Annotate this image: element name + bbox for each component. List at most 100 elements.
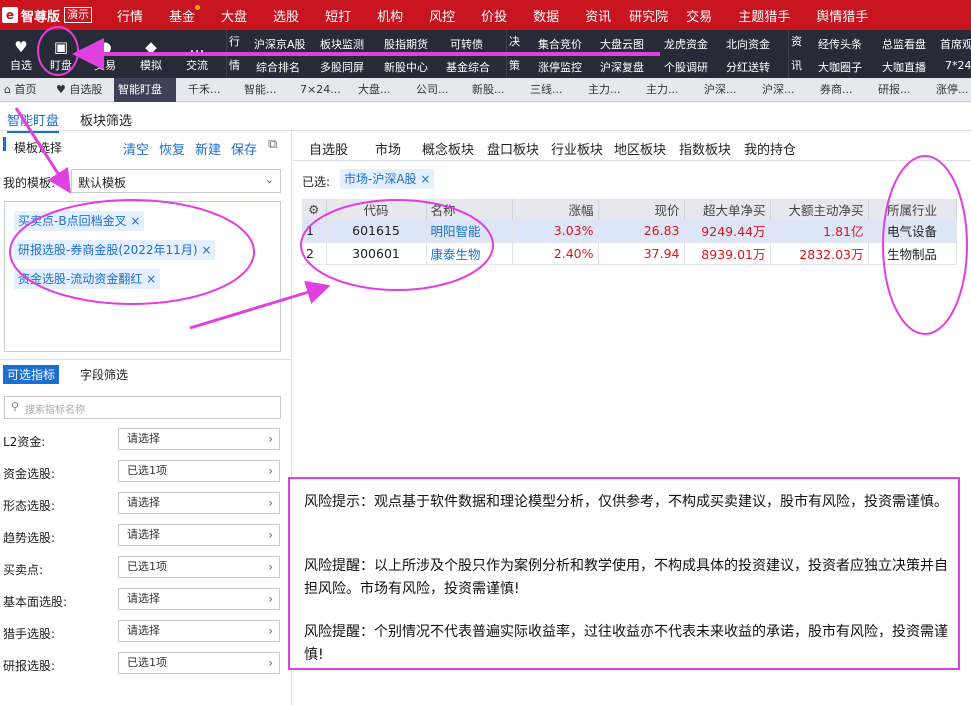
link-bankuai-jiance[interactable]: 板块监测	[320, 36, 364, 52]
rtab-market[interactable]: 市场	[375, 139, 401, 158]
menu-hangqing[interactable]: 行情	[117, 6, 143, 25]
link-duogu-tongping[interactable]: 多股同屏	[320, 59, 364, 75]
clear-button[interactable]: 清空	[123, 139, 149, 158]
link-guzhi-qihuo[interactable]: 股指期货	[384, 36, 428, 52]
rtab-region[interactable]: 地区板块	[614, 139, 666, 158]
menu-jijin[interactable]: 基金	[169, 4, 201, 25]
tab-home[interactable]: ⌂ 首页	[0, 78, 40, 102]
col-name[interactable]: 名称	[426, 199, 513, 220]
filter-chip[interactable]: 市场-沪深A股 ×	[340, 169, 435, 189]
tab-quanshang[interactable]: 券商...	[816, 78, 857, 102]
tab-yanbao[interactable]: 研报...	[874, 78, 915, 102]
tab-zhangting[interactable]: 涨停...	[932, 78, 971, 102]
link-kezhuanzhai[interactable]: 可转债	[450, 36, 483, 52]
indicator-select[interactable]: 请选择 ›	[118, 588, 280, 610]
tab-7x24[interactable]: 7×24...	[296, 78, 345, 102]
indicator-search-input[interactable]: ⚲ 搜索指标名称	[4, 396, 281, 419]
link-zonghe-paiming[interactable]: 综合排名	[256, 59, 300, 75]
link-7x24[interactable]: 7*24	[945, 59, 971, 72]
link-zhangting-jiankong[interactable]: 涨停监控	[538, 59, 582, 75]
menu-fengkong[interactable]: 风控	[429, 6, 455, 25]
subtab-sector-filter[interactable]: 板块筛选	[80, 110, 132, 129]
tab-hushen-2[interactable]: 沪深...	[758, 78, 799, 102]
link-xingu-zhongxin[interactable]: 新股中心	[384, 59, 428, 75]
indicator-select[interactable]: 已选1项 ›	[118, 556, 280, 578]
new-button[interactable]: 新建	[195, 139, 221, 158]
col-industry[interactable]: 所属行业	[868, 199, 957, 220]
menu-dapan[interactable]: 大盘	[221, 6, 247, 25]
remove-tag-icon[interactable]: ×	[201, 243, 211, 257]
indicator-select[interactable]: 已选1项 ›	[118, 652, 280, 674]
col-super-net[interactable]: 超大单净买	[684, 199, 771, 220]
col-code[interactable]: 代码	[326, 199, 427, 220]
remove-tag-icon[interactable]: ×	[130, 214, 140, 228]
link-longhu-zijin[interactable]: 龙虎资金	[664, 36, 708, 52]
table-row[interactable]: 2 300601 康泰生物 2.40% 37.94 8939.01万 2832.…	[302, 242, 957, 265]
rtab-concept[interactable]: 概念板块	[422, 139, 474, 158]
watchlist-button[interactable]: ♥ 自选	[0, 30, 42, 78]
link-jingchuan-toutiao[interactable]: 经传头条	[818, 36, 862, 52]
link-beixiang-zijin[interactable]: 北向资金	[726, 36, 770, 52]
rtab-industry[interactable]: 行业板块	[551, 139, 603, 158]
col-big-net[interactable]: 大额主动净买	[770, 199, 869, 220]
tab-sanxian[interactable]: 三线...	[526, 78, 567, 102]
row-name[interactable]: 康泰生物	[426, 242, 513, 265]
table-row[interactable]: 1 601615 明阳智能 3.03% 26.83 9249.44万 1.81亿…	[302, 220, 957, 243]
save-button[interactable]: 保存	[231, 139, 257, 158]
settings-icon[interactable]: ⚙	[302, 199, 327, 220]
link-jihe-jingjia[interactable]: 集合竞价	[538, 36, 582, 52]
tab-zhuli-2[interactable]: 主力...	[642, 78, 683, 102]
indicator-select[interactable]: 请选择 ›	[118, 428, 280, 450]
menu-jigou[interactable]: 机构	[377, 6, 403, 25]
link-hushen-fupan[interactable]: 沪深复盘	[600, 59, 644, 75]
tab-zhineng[interactable]: 智能...	[240, 78, 281, 102]
tab-dapan[interactable]: 大盘...	[354, 78, 395, 102]
menu-xuangu[interactable]: 选股	[273, 6, 299, 25]
col-change[interactable]: 涨幅	[512, 199, 599, 220]
menu-yanjiuyuan[interactable]: 研究院	[629, 6, 668, 25]
menu-duanda[interactable]: 短打	[325, 6, 351, 25]
row-name[interactable]: 明阳智能	[426, 220, 513, 243]
tab-smart-monitor[interactable]: 智能盯盘	[114, 78, 176, 102]
tab-qianhe[interactable]: 千禾...	[184, 78, 225, 102]
rtab-index[interactable]: 指数板块	[679, 139, 731, 158]
copy-icon[interactable]: ⧉	[268, 137, 277, 152]
indicator-select[interactable]: 请选择 ›	[118, 620, 280, 642]
trade-button[interactable]: ● 交易	[84, 30, 126, 78]
selected-tag[interactable]: 研报选股-券商金股(2022年11月) ×	[14, 240, 216, 260]
indicator-select[interactable]: 已选1项 ›	[118, 460, 280, 482]
link-dapan-yuntu[interactable]: 大盘云图	[600, 36, 644, 52]
simulate-button[interactable]: ◆ 模拟	[130, 30, 172, 78]
restore-button[interactable]: 恢复	[159, 139, 185, 158]
remove-tag-icon[interactable]: ×	[146, 272, 156, 286]
remove-filter-icon[interactable]: ×	[420, 172, 430, 186]
rtab-pankou[interactable]: 盘口板块	[487, 139, 539, 158]
subtab-smart-monitor[interactable]: 智能盯盘	[7, 110, 60, 133]
menu-zhutilieshou[interactable]: 主题猎手	[738, 6, 790, 25]
menu-yuqinglieshou[interactable]: 舆情猎手	[816, 6, 868, 25]
selected-tag[interactable]: 买卖点-B点回档金叉 ×	[14, 211, 145, 231]
link-jijin-zonghe[interactable]: 基金综合	[446, 59, 490, 75]
rtab-holdings[interactable]: 我的持仓	[744, 139, 796, 158]
link-gegu-diaoyan[interactable]: 个股调研	[664, 59, 708, 75]
tab-gongsi[interactable]: 公司...	[412, 78, 453, 102]
tab-hushen-1[interactable]: 沪深...	[700, 78, 741, 102]
link-fenhong-songzhuan[interactable]: 分红送转	[726, 59, 770, 75]
template-dropdown[interactable]: 默认模板 ⌄	[71, 169, 281, 193]
link-daka-zhibo[interactable]: 大咖直播	[882, 59, 926, 75]
tab-available-indicators[interactable]: 可选指标	[3, 365, 60, 384]
monitor-button[interactable]: ▣ 盯盘	[40, 30, 82, 78]
link-daka-quanzi[interactable]: 大咖圈子	[818, 59, 862, 75]
menu-shuju[interactable]: 数据	[533, 6, 559, 25]
indicator-select[interactable]: 请选择 ›	[118, 492, 280, 514]
menu-jiaoyi[interactable]: 交易	[686, 6, 712, 25]
community-button[interactable]: … 交流	[176, 30, 218, 78]
tab-xingu[interactable]: 新股...	[468, 78, 509, 102]
tab-watchlist[interactable]: ♥ 自选股	[52, 78, 106, 102]
link-hushen-a[interactable]: 沪深京A股	[254, 36, 306, 52]
link-zongjian-kanpan[interactable]: 总监看盘	[882, 36, 926, 52]
link-shouxi-guan[interactable]: 首席观	[940, 36, 971, 52]
menu-zixun[interactable]: 资讯	[585, 6, 611, 25]
tab-field-filter[interactable]: 字段筛选	[80, 366, 128, 383]
rtab-watchlist[interactable]: 自选股	[309, 139, 348, 158]
